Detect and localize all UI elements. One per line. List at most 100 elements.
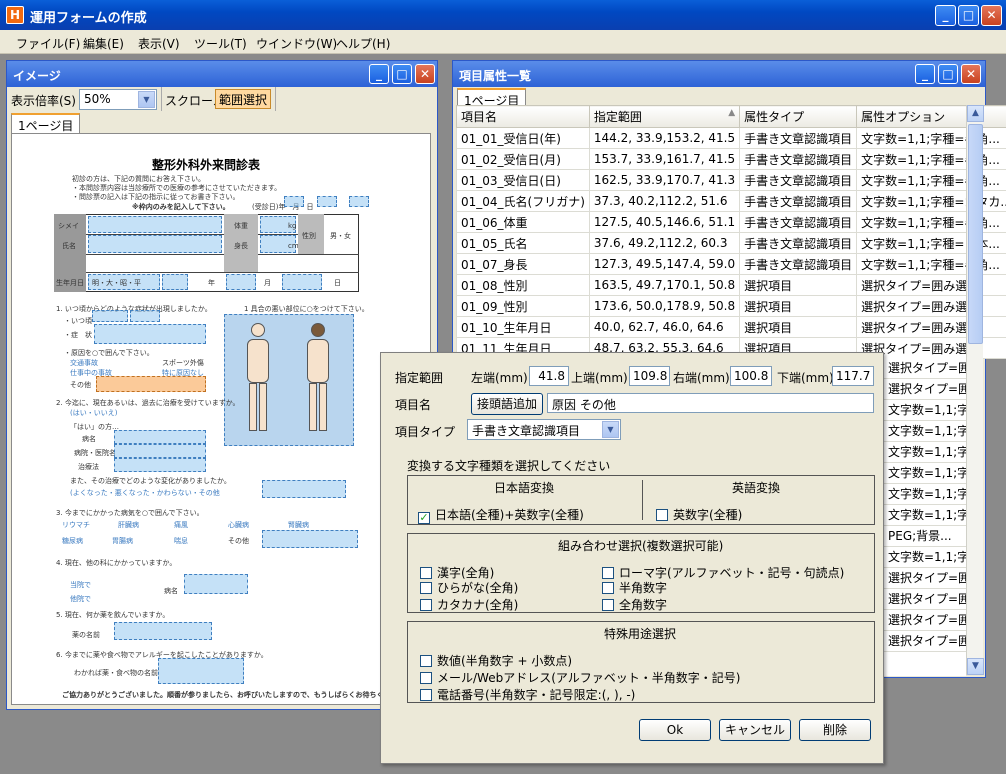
maximize-icon[interactable]: □ [938,64,958,84]
bottom-input[interactable]: 117.7 [832,366,874,386]
table-row-partial[interactable]: 選択タイプ=囲み選択 [884,610,966,631]
menu-help[interactable]: ヘルプ(H) [336,35,390,52]
english-all-checkbox[interactable]: 英数字(全種) [656,506,742,523]
table-row-partial[interactable]: 文字数=1,1;字種=半角... [884,421,966,442]
doc-option: スポーツ外傷 [162,359,204,367]
range-select-button[interactable]: 範囲選択 [215,89,272,109]
cell-name: 01_04_氏名(フリガナ) [456,190,590,212]
figure-leg [249,383,257,431]
table-row[interactable]: 01_03_受信日(日) 162.5, 33.9,170.7, 41.3 手書き文章… [456,169,1006,191]
table-row[interactable]: 01_09_性別 173.6, 50.0,178.9, 50.8 選択項目 選択タイプ… [456,295,1006,317]
left-input[interactable]: 41.8 [529,366,569,386]
table-row[interactable]: 01_06_体重 127.5, 40.5,146.6, 51.1 手書き文章認識項目… [456,211,1006,233]
field-zone-cause-other[interactable] [96,376,206,392]
item-type-select[interactable]: 手書き文章認識項目 ▼ [467,419,621,440]
table-row[interactable]: 01_07_身長 127.3, 49.5,147.4, 59.0 手書き文章認識項目… [456,253,1006,275]
column-header-type[interactable]: 属性タイプ [739,105,858,128]
numeric-checkbox[interactable]: 数値(半角数字 + 小数点) [420,652,572,669]
hiragana-checkbox[interactable]: ひらがな(全角) [420,579,518,596]
zoom-select[interactable]: 50% ▼ [79,89,157,110]
doc-line: ・症 状 [64,331,92,339]
scroll-down-icon[interactable]: ▼ [967,658,984,675]
close-icon[interactable]: ✕ [981,5,1002,26]
table-row[interactable]: 01_04_氏名(フリガナ) 37.3, 40.2,112.2, 51.6 手書き文… [456,190,1006,212]
menu-file[interactable]: ファイル(F) [16,35,80,52]
field-zone-month[interactable] [226,274,256,290]
doc-option: 交通事故 [70,359,98,367]
tab-page-1[interactable]: 1ページ目 [11,113,81,133]
delete-button[interactable]: 削除 [799,719,871,741]
field-zone[interactable] [92,310,128,322]
field-zone-symptom[interactable] [94,324,206,344]
field-zone[interactable] [262,530,358,548]
field-zone[interactable] [114,430,206,444]
menu-view[interactable]: 表示(V) [138,35,180,52]
close-icon[interactable]: ✕ [415,64,435,84]
katakana-checkbox[interactable]: カタカナ(全角) [420,596,518,613]
field-zone[interactable] [114,622,212,640]
field-zone[interactable] [262,480,346,498]
chevron-down-icon[interactable]: ▼ [602,421,619,438]
chevron-down-icon[interactable]: ▼ [138,91,155,108]
special-heading: 特殊用途選択 [604,627,677,641]
field-zone-kana[interactable] [88,216,222,233]
table-row-partial[interactable]: 選択タイプ=囲み選択 [884,568,966,589]
body-figure-zone[interactable] [224,314,354,446]
doc-line: 病名 [82,435,96,443]
maximize-icon[interactable]: □ [958,5,979,26]
column-header-name[interactable]: 項目名 [456,105,590,128]
table-row-partial[interactable]: 文字数=1,1;字種=半角... [884,505,966,526]
mail-checkbox[interactable]: メール/Webアドレス(アルファベット・半角数字・記号) [420,669,740,686]
full-digit-checkbox[interactable]: 全角数字 [602,596,667,613]
table-row-partial[interactable]: 選択タイプ=囲み選択 [884,589,966,610]
field-zone[interactable] [114,458,206,472]
ok-button[interactable]: Ok [639,719,711,741]
table-row[interactable]: 01_01_受信日(年) 144.2, 33.9,153.2, 41.5 手書き文章… [456,127,1006,149]
table-row-partial[interactable]: 文字数=1,1;字種=日本... [884,547,966,568]
cell-options: 文字数=1,1;字種=カタカ... [856,190,1006,212]
cancel-button[interactable]: キャンセル [719,719,791,741]
field-zone-day[interactable] [282,274,322,290]
field-zone-name[interactable] [88,235,222,253]
field-zone[interactable] [158,658,244,684]
doc-question: 3. 今までにかかった病気を○で囲んで下さい。 [56,509,204,517]
table-row[interactable]: 01_10_生年月日 40.0, 62.7, 46.0, 64.6 選択項目 選択タイ… [456,316,1006,338]
minimize-icon[interactable]: _ [369,64,389,84]
menu-tools[interactable]: ツール(T) [194,35,247,52]
maximize-icon[interactable]: □ [392,64,412,84]
table-row-partial[interactable]: PEG;背景... [884,526,966,547]
add-prefix-button[interactable]: 接頭語追加 [471,393,543,415]
item-name-input[interactable]: 原因 その他 [547,393,874,413]
field-zone[interactable] [317,196,337,207]
menu-window[interactable]: ウインドウ(W) [256,35,337,52]
half-digit-checkbox[interactable]: 半角数字 [602,579,667,596]
field-zone[interactable] [114,444,206,458]
field-zone-year[interactable] [162,274,188,290]
menu-edit[interactable]: 編集(E) [83,35,124,52]
right-input[interactable]: 100.8 [730,366,772,386]
table-row-partial[interactable]: 文字数=1,1;字種=半角... [884,400,966,421]
close-icon[interactable]: ✕ [961,64,981,84]
table-row[interactable]: 01_05_氏名 37.6, 49.2,112.2, 60.3 手書き文章認識項目文… [456,232,1006,254]
table-row-partial[interactable]: 選択タイプ=囲み選択 [884,631,966,652]
table-row-partial[interactable]: 文字数=1,1;字種=半角... [884,484,966,505]
japanese-all-checkbox[interactable]: ✓ 日本語(全種)+英数字(全種) [418,506,584,524]
phone-checkbox[interactable]: 電話番号(半角数字・記号限定:(, ), -) [420,686,635,703]
table-row-partial[interactable]: 文字数=1,1;字種=半角... [884,463,966,484]
column-header-range[interactable]: 指定範囲 ▲ [588,105,741,128]
field-zone[interactable] [349,196,369,207]
field-zone[interactable] [284,196,304,207]
table-row-partial[interactable]: 選択タイプ=囲み選択 [884,379,966,400]
table-vertical-scrollbar[interactable]: ▲ ▼ [966,105,984,675]
table-row[interactable]: 01_02_受信日(月) 153.7, 33.9,161.7, 41.5 手書き文章… [456,148,1006,170]
scroll-up-icon[interactable]: ▲ [967,105,984,122]
field-zone[interactable] [130,310,160,322]
table-row-partial[interactable]: 文字数=1,1;字種=半角... [884,442,966,463]
field-zone[interactable] [184,574,248,594]
table-row[interactable]: 01_08_性別 163.5, 49.7,170.1, 50.8 選択項目 選択タイプ… [456,274,1006,296]
table-row-partial[interactable]: 選択タイプ=囲み選択 [884,358,966,379]
minimize-icon[interactable]: _ [915,64,935,84]
top-input[interactable]: 109.8 [629,366,670,386]
minimize-icon[interactable]: _ [935,5,956,26]
scrollbar-thumb[interactable] [968,124,983,344]
